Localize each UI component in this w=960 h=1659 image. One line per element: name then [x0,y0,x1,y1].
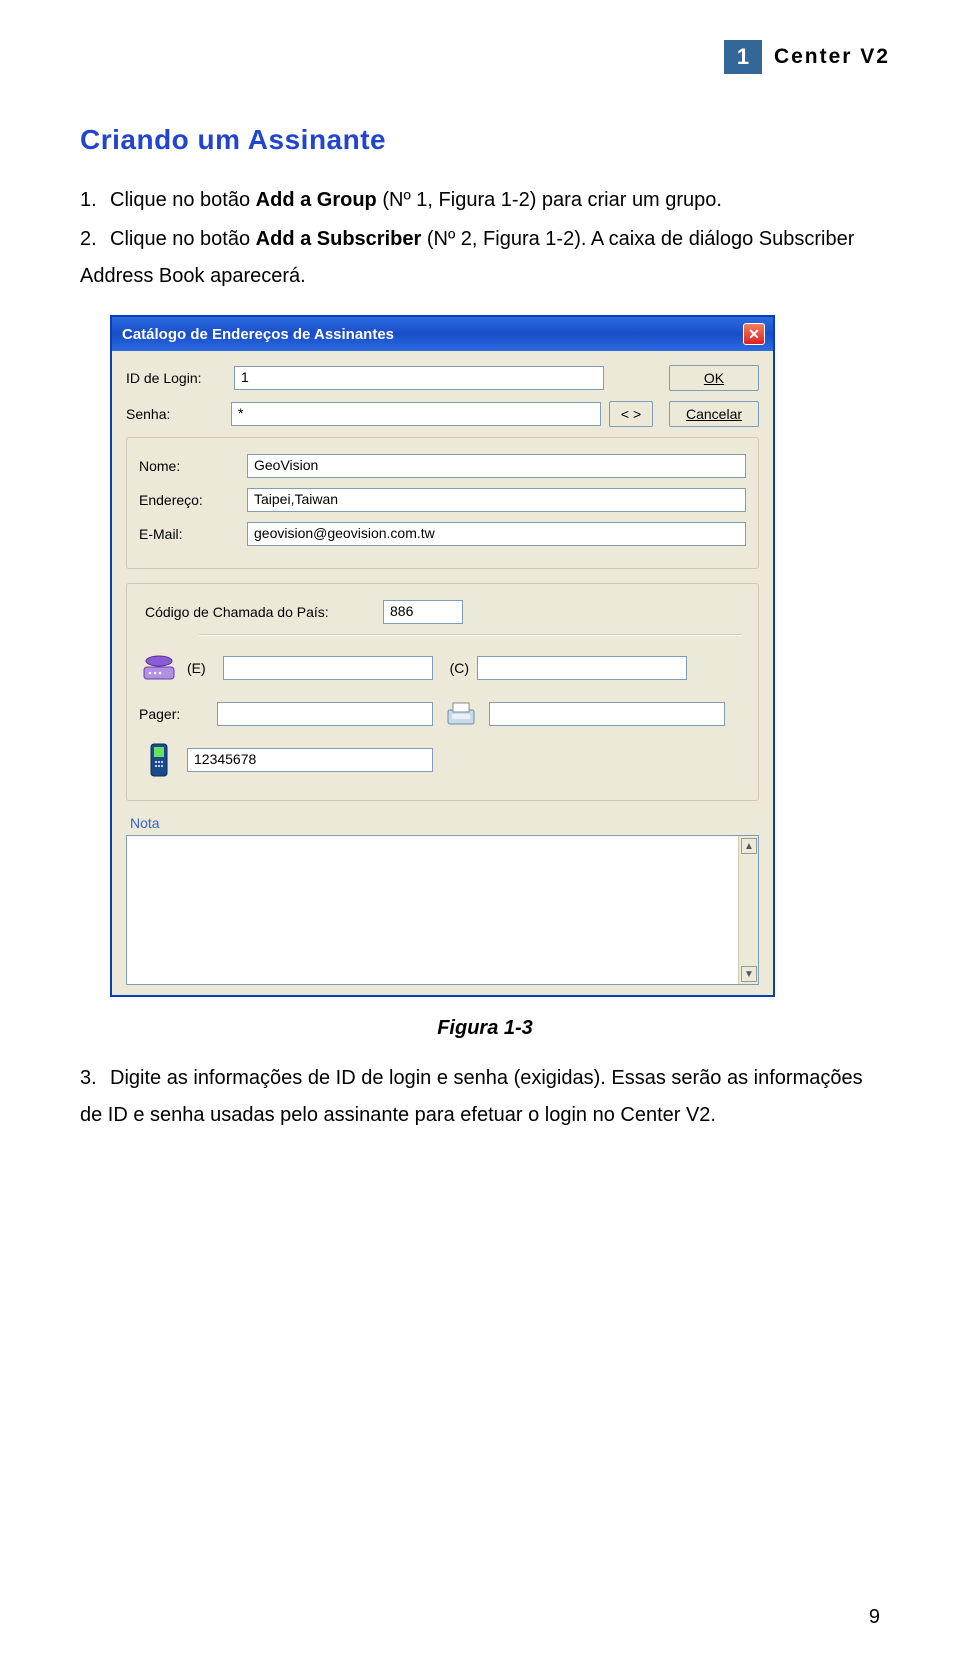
label-country-code: Código de Chamada do País: [145,604,375,620]
note-content [127,836,738,984]
subscriber-address-book-dialog: Catálogo de Endereços de Assinantes ✕ ID… [110,315,775,997]
divider [199,634,742,636]
dialog-title-text: Catálogo de Endereços de Assinantes [122,326,394,343]
label-login-id: ID de Login: [126,370,226,386]
scroll-down-icon[interactable]: ▼ [741,966,757,982]
step-bold: Add a Group [256,189,377,211]
step-2: 2.Clique no botão Add a Subscriber (Nº 2… [80,221,890,295]
chapter-number-box: 1 [724,40,762,74]
scroll-up-icon[interactable]: ▲ [741,838,757,854]
step-text: Digite as informações de ID de login e s… [80,1067,863,1126]
label-note: Nota [130,815,759,831]
step-text-post: (Nº 1, Figura 1-2) para criar um grupo. [377,189,722,211]
mobile-field[interactable]: 12345678 [187,748,433,772]
pager-field[interactable] [217,702,433,726]
label-password: Senha: [126,406,223,422]
label-name: Nome: [139,458,239,474]
label-email: E-Mail: [139,526,239,542]
steps-list: 1.Clique no botão Add a Group (Nº 1, Fig… [80,182,890,295]
row-password: Senha: * < > Cancelar [126,401,759,427]
note-textarea[interactable]: ▲ ▼ [126,835,759,985]
contact-group: Nome: GeoVision Endereço: Taipei,Taiwan … [126,437,759,569]
phone-c-field[interactable] [477,656,687,680]
phone-group: Código de Chamada do País: 886 (E) (C) [126,583,759,801]
close-icon: ✕ [748,326,760,343]
step-number: 3. [80,1060,110,1097]
step-text-pre: Clique no botão [110,228,256,250]
name-field[interactable]: GeoVision [247,454,746,478]
password-field[interactable]: * [231,402,601,426]
close-button[interactable]: ✕ [743,323,765,345]
address-field[interactable]: Taipei,Taiwan [247,488,746,512]
telephone-icon [139,650,179,686]
label-pager: Pager: [139,706,209,722]
dialog-titlebar[interactable]: Catálogo de Endereços de Assinantes ✕ [112,317,773,351]
page-header: 1 Center V2 [80,40,890,74]
label-phone-c: (C) [441,660,469,676]
mobile-icon [139,742,179,778]
ok-label: OK [704,370,724,386]
ok-button[interactable]: OK [669,365,759,391]
country-code-field[interactable]: 886 [383,600,463,624]
step-text-pre: Clique no botão [110,189,256,211]
step-bold: Add a Subscriber [256,228,422,250]
cancel-button[interactable]: Cancelar [669,401,759,427]
phone-e-field[interactable] [223,656,433,680]
login-id-field[interactable]: 1 [234,366,604,390]
label-phone-e: (E) [187,660,215,676]
label-address: Endereço: [139,492,239,508]
step-1: 1.Clique no botão Add a Group (Nº 1, Fig… [80,182,890,219]
section-title: Criando um Assinante [80,124,890,156]
step-number: 1. [80,182,110,219]
step-3: 3.Digite as informações de ID de login e… [80,1060,890,1134]
fax-icon [441,696,481,732]
step-number: 2. [80,221,110,258]
cancel-label: Cancelar [686,406,742,422]
row-login-id: ID de Login: 1 OK [126,365,759,391]
chapter-title: Center V2 [774,45,890,69]
email-field[interactable]: geovision@geovision.com.tw [247,522,746,546]
dialog-figure: Catálogo de Endereços de Assinantes ✕ ID… [110,315,890,997]
fax-field[interactable] [489,702,725,726]
swap-button[interactable]: < > [609,401,653,427]
steps-list-continued: 3.Digite as informações de ID de login e… [80,1060,890,1134]
page-number: 9 [869,1606,880,1629]
scrollbar[interactable]: ▲ ▼ [738,836,758,984]
figure-caption: Figura 1-3 [80,1017,890,1040]
